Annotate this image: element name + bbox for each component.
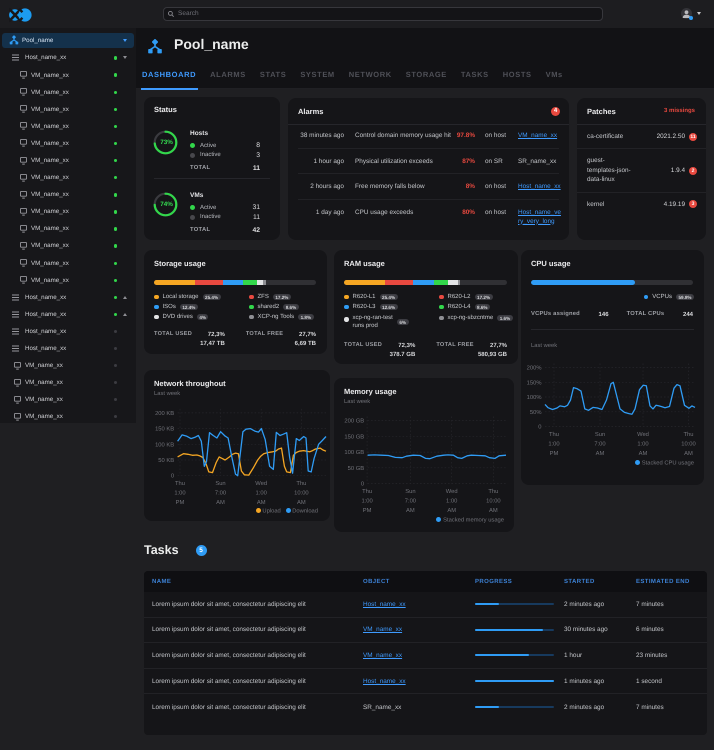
svg-text:7:00: 7:00 bbox=[594, 441, 605, 448]
svg-text:0: 0 bbox=[538, 424, 541, 431]
svg-text:0: 0 bbox=[361, 481, 364, 488]
svg-text:Thu: Thu bbox=[684, 431, 694, 438]
svg-text:AM: AM bbox=[596, 451, 605, 457]
svg-text:Thu: Thu bbox=[488, 488, 498, 495]
svg-text:Thu: Thu bbox=[549, 431, 559, 438]
svg-text:1:00: 1:00 bbox=[361, 498, 372, 505]
svg-text:Sun: Sun bbox=[405, 488, 415, 495]
svg-text:50%: 50% bbox=[530, 409, 542, 416]
svg-text:1:00: 1:00 bbox=[548, 441, 559, 448]
svg-text:PM: PM bbox=[363, 508, 372, 514]
svg-text:Wed: Wed bbox=[446, 488, 458, 495]
svg-text:AM: AM bbox=[257, 500, 266, 506]
svg-text:0: 0 bbox=[171, 473, 174, 480]
svg-text:7:00: 7:00 bbox=[405, 498, 416, 505]
svg-text:50 GB: 50 GB bbox=[348, 465, 365, 472]
svg-text:Sun: Sun bbox=[595, 431, 605, 438]
svg-text:Sun: Sun bbox=[215, 480, 225, 487]
svg-text:PM: PM bbox=[550, 451, 559, 457]
svg-text:1:00: 1:00 bbox=[256, 490, 267, 497]
svg-text:100%: 100% bbox=[527, 394, 542, 401]
svg-text:150%: 150% bbox=[527, 379, 542, 386]
svg-text:Thu: Thu bbox=[296, 480, 306, 487]
svg-text:Thu: Thu bbox=[362, 488, 372, 495]
svg-text:AM: AM bbox=[684, 451, 693, 457]
svg-text:AM: AM bbox=[489, 508, 498, 514]
svg-text:150 GB: 150 GB bbox=[344, 433, 364, 440]
svg-text:1:00: 1:00 bbox=[637, 441, 648, 448]
svg-text:AM: AM bbox=[406, 508, 415, 514]
svg-text:AM: AM bbox=[447, 508, 456, 514]
svg-text:Thu: Thu bbox=[175, 480, 185, 487]
svg-text:Wed: Wed bbox=[255, 480, 267, 487]
svg-text:100 KB: 100 KB bbox=[155, 441, 174, 448]
svg-text:200%: 200% bbox=[527, 365, 542, 372]
svg-text:PM: PM bbox=[176, 500, 185, 506]
svg-text:AM: AM bbox=[297, 500, 306, 506]
svg-text:1:00: 1:00 bbox=[174, 490, 185, 497]
svg-text:100 GB: 100 GB bbox=[344, 449, 364, 456]
svg-text:150 KB: 150 KB bbox=[155, 426, 174, 433]
svg-text:7:00: 7:00 bbox=[215, 490, 226, 497]
svg-text:AM: AM bbox=[639, 451, 648, 457]
svg-text:50 KB: 50 KB bbox=[158, 457, 174, 464]
svg-text:Wed: Wed bbox=[637, 431, 649, 438]
svg-text:AM: AM bbox=[216, 500, 225, 506]
svg-text:10:00: 10:00 bbox=[294, 490, 309, 497]
svg-text:200 GB: 200 GB bbox=[344, 418, 364, 425]
svg-text:10:00: 10:00 bbox=[486, 498, 501, 505]
svg-text:10:00: 10:00 bbox=[681, 441, 696, 448]
svg-text:1:00: 1:00 bbox=[446, 498, 457, 505]
svg-text:200 KB: 200 KB bbox=[155, 410, 174, 417]
